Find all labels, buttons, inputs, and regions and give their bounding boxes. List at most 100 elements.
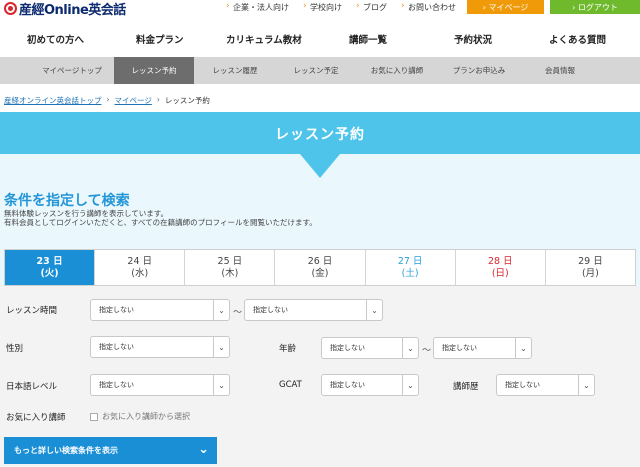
tab-member-info[interactable]: 会員情報: [520, 57, 600, 84]
top-link-blog[interactable]: ブログ: [356, 1, 387, 13]
select-value: 指定しない: [253, 306, 288, 314]
date-tab-29[interactable]: 29 日 (月): [546, 250, 635, 285]
top-link-contact[interactable]: お問い合わせ: [401, 1, 456, 13]
date-day: 28 日: [487, 256, 513, 267]
nav-item-beginners[interactable]: 初めての方へ: [27, 32, 84, 46]
nav-item-teachers[interactable]: 講師一覧: [349, 32, 387, 46]
sub-nav: マイページトップ レッスン予約 レッスン履歴 レッスン予定 お気に入り講師 プラ…: [0, 57, 640, 84]
more-search-conditions-button[interactable]: もっと詳しい検索条件を表示 ⌄: [4, 437, 217, 464]
section-desc-line1: 無料体験レッスンを行う講師を表示しています。: [4, 209, 169, 218]
nav-item-reservation-status[interactable]: 予約状況: [454, 32, 492, 46]
gender-select[interactable]: 指定しない ⌄: [90, 336, 230, 358]
main-nav: 初めての方へ 料金プラン カリキュラム教材 講師一覧 予約状況 よくある質問: [0, 28, 640, 50]
mypage-button[interactable]: › マイページ: [467, 0, 544, 14]
age-min-select[interactable]: 指定しない ⌄: [321, 337, 419, 359]
age-label: 年齢: [279, 344, 297, 354]
nav-item-curriculum[interactable]: カリキュラム教材: [226, 32, 302, 46]
date-tab-28[interactable]: 28 日 (日): [456, 250, 546, 285]
chevron-down-icon: ⌄: [366, 300, 382, 320]
breadcrumb-home[interactable]: 産経オンライン英会話トップ: [4, 95, 102, 106]
nav-item-faq[interactable]: よくある質問: [549, 32, 606, 46]
logo-mark-icon: [4, 2, 17, 15]
date-day: 23 日: [36, 256, 63, 267]
chevron-down-icon: ⌄: [213, 300, 229, 320]
chevron-down-icon: ⌄: [198, 442, 209, 457]
page-title: レッスン予約: [275, 127, 365, 143]
date-weekday: (月): [581, 268, 599, 279]
nav-item-pricing[interactable]: 料金プラン: [136, 32, 184, 46]
date-tab-24[interactable]: 24 日 (水): [95, 250, 186, 285]
experience-select[interactable]: 指定しない ⌄: [496, 374, 595, 396]
date-day: 25 日: [217, 256, 243, 267]
chevron-down-icon: ⌄: [578, 375, 594, 395]
select-value: 指定しない: [330, 344, 365, 352]
top-bar: 産經Online英会話 企業・法人向け 学校向け ブログ お問い合わせ › マイ…: [0, 0, 640, 18]
chevron-down-icon: ⌄: [402, 375, 418, 395]
date-weekday: (日): [491, 268, 509, 279]
top-link-corporate[interactable]: 企業・法人向け: [226, 1, 289, 13]
top-links: 企業・法人向け 学校向け ブログ お問い合わせ: [226, 1, 470, 13]
lesson-time-end-select[interactable]: 指定しない ⌄: [244, 299, 383, 321]
age-max-select[interactable]: 指定しない ⌄: [433, 337, 532, 359]
tab-mypage-top[interactable]: マイページトップ: [30, 57, 114, 84]
checkbox-box[interactable]: [90, 412, 98, 421]
tab-lesson-history[interactable]: レッスン履歴: [194, 57, 276, 84]
logo-text: 産經Online英会話: [19, 3, 126, 18]
date-day: 27 日: [397, 256, 423, 267]
gcat-select[interactable]: 指定しない ⌄: [321, 374, 419, 396]
chevron-down-icon: ⌄: [515, 338, 531, 358]
section-desc-line2: 有料会員としてログインいただくと、すべての在籍講師のプロフィールを閲覧いただけま…: [4, 218, 317, 227]
date-day: 29 日: [578, 256, 603, 267]
range-separator: 〜: [422, 346, 432, 356]
breadcrumb-separator: ›: [106, 95, 110, 104]
tab-plan-application[interactable]: プランお申込み: [438, 57, 520, 84]
tab-favorite-teachers[interactable]: お気に入り講師: [356, 57, 438, 84]
banner-arrow: [300, 154, 340, 178]
date-weekday: (金): [311, 268, 329, 279]
lesson-time-label: レッスン時間: [6, 306, 58, 316]
favorite-teacher-checkbox[interactable]: お気に入り講師から選択: [90, 411, 190, 422]
date-tabs: 23 日 (火) 24 日 (水) 25 日 (木) 26 日 (金) 27 日…: [4, 249, 636, 286]
chevron-down-icon: ⌄: [213, 375, 229, 395]
date-tab-27[interactable]: 27 日 (土): [366, 250, 456, 285]
date-weekday: (水): [131, 268, 149, 279]
date-weekday: (火): [40, 268, 59, 279]
select-value: 指定しない: [99, 306, 134, 314]
page-banner: レッスン予約: [0, 112, 640, 154]
japanese-level-label: 日本語レベル: [6, 382, 58, 392]
logout-button[interactable]: › ログアウト: [550, 0, 640, 14]
breadcrumb-current: レッスン予約: [164, 96, 210, 105]
lesson-time-start-select[interactable]: 指定しない ⌄: [90, 299, 230, 321]
date-day: 26 日: [307, 256, 333, 267]
top-link-school[interactable]: 学校向け: [303, 1, 342, 13]
select-value: 指定しない: [442, 344, 477, 352]
select-value: 指定しない: [505, 381, 540, 389]
date-tab-23[interactable]: 23 日 (火): [5, 250, 96, 285]
section-description: 無料体験レッスンを行う講師を表示しています。 有料会員としてログインいただくと、…: [4, 209, 317, 227]
breadcrumb-separator: ›: [156, 95, 160, 104]
date-weekday: (土): [401, 268, 419, 279]
date-day: 24 日: [127, 256, 153, 267]
select-value: 指定しない: [99, 381, 134, 389]
range-separator: 〜: [233, 308, 243, 318]
gender-label: 性別: [6, 344, 24, 354]
tab-lesson-schedule[interactable]: レッスン予定: [276, 57, 356, 84]
experience-label: 講師歴: [453, 382, 479, 392]
section-title: 条件を指定して検索: [4, 193, 130, 209]
date-tab-26[interactable]: 26 日 (金): [275, 250, 366, 285]
japanese-level-select[interactable]: 指定しない ⌄: [90, 374, 230, 396]
date-weekday: (木): [221, 268, 239, 279]
select-value: 指定しない: [99, 343, 134, 351]
site-logo[interactable]: 産經Online英会話: [4, 0, 126, 18]
tab-lesson-reservation[interactable]: レッスン予約: [114, 57, 194, 84]
gcat-label: GCAT: [279, 380, 302, 390]
favorite-teacher-label: お気に入り講師: [6, 413, 66, 423]
select-value: 指定しない: [330, 381, 365, 389]
date-tab-25[interactable]: 25 日 (木): [185, 250, 276, 285]
more-search-label: もっと詳しい検索条件を表示: [14, 446, 118, 455]
breadcrumb: 産経オンライン英会話トップ › マイページ › レッスン予約: [4, 95, 210, 106]
chevron-down-icon: ⌄: [213, 337, 229, 357]
breadcrumb-mypage[interactable]: マイページ: [115, 95, 152, 106]
checkbox-label: お気に入り講師から選択: [102, 412, 190, 421]
chevron-down-icon: ⌄: [402, 338, 418, 358]
